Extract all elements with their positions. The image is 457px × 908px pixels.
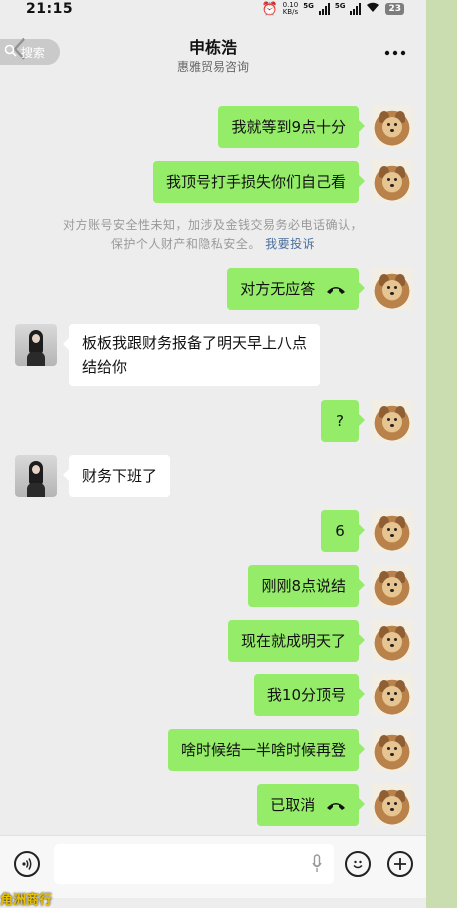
avatar[interactable]	[371, 565, 413, 607]
alarm-icon: ⏰	[261, 1, 278, 17]
message-text: 对方无应答	[240, 280, 316, 298]
mic-icon[interactable]	[312, 854, 322, 874]
call-icon	[326, 278, 346, 302]
avatar[interactable]	[371, 105, 413, 147]
avatar[interactable]	[371, 400, 413, 442]
sim1-label: 5G	[303, 2, 314, 10]
message-text: 板板我跟财务报备了明天早上八点	[82, 334, 308, 352]
message-text: ?	[336, 412, 344, 430]
network-speed-unit: KB/s	[282, 8, 299, 16]
call-icon	[326, 794, 346, 818]
battery-icon: 23	[385, 3, 404, 15]
message-text: 啥时候结一半啥时候再登	[180, 741, 346, 759]
message-bubble[interactable]: 财务下班了	[62, 455, 171, 497]
avatar[interactable]	[15, 324, 57, 366]
status-bar: 21:15 ⏰ 0.10 KB/s 5G 5G 23	[0, 0, 426, 20]
avatar[interactable]	[371, 268, 413, 310]
avatar[interactable]	[371, 160, 413, 202]
watermark: 角洲商行	[0, 893, 53, 908]
message-text: 我就等到9点十分	[231, 118, 346, 136]
notice-line-1: 对方账号安全性未知，加涉及金钱交易务必电话确认，	[62, 218, 363, 232]
avatar[interactable]	[371, 784, 413, 826]
call-bubble[interactable]: 对方无应答	[227, 268, 365, 310]
wifi-icon	[366, 2, 380, 16]
report-link[interactable]: 我要投诉	[265, 237, 315, 251]
message-text: 财务下班了	[82, 467, 158, 485]
message-text: 现在就成明天了	[240, 632, 346, 650]
message-text: 6	[335, 522, 345, 540]
message-text: 我顶号打手损失你们自己看	[165, 173, 346, 191]
more-icon[interactable]	[384, 40, 406, 60]
call-bubble[interactable]: 已取消	[257, 784, 365, 826]
emoji-icon[interactable]	[345, 851, 371, 877]
message-text: 已取消	[270, 796, 316, 814]
message-bubble[interactable]: 板板我跟财务报备了明天早上八点 结给你	[62, 324, 321, 386]
avatar[interactable]	[371, 510, 413, 552]
message-bubble[interactable]: 啥时候结一半啥时候再登	[167, 729, 366, 771]
message-bubble[interactable]: 刚刚8点说结	[248, 565, 365, 607]
sim2-label: 5G	[334, 2, 346, 10]
signal-icon	[350, 3, 362, 15]
voice-icon[interactable]	[14, 851, 40, 877]
chat-header: 搜索 申栋浩 惠雅贸易咨询	[0, 22, 426, 82]
avatar[interactable]	[15, 455, 57, 497]
avatar[interactable]	[371, 620, 413, 662]
plus-icon[interactable]	[387, 851, 413, 877]
avatar[interactable]	[371, 674, 413, 716]
message-bubble[interactable]: 我就等到9点十分	[218, 106, 365, 148]
notice-line-2: 保护个人财产和隐私安全。	[110, 237, 261, 251]
status-icons: ⏰ 0.10 KB/s 5G 5G 23	[261, 2, 404, 16]
status-time: 21:15	[26, 1, 74, 17]
message-bubble[interactable]: ?	[321, 400, 365, 442]
message-text: 我10分顶号	[266, 686, 346, 704]
message-input[interactable]	[54, 844, 334, 884]
message-text: 结给你	[82, 358, 128, 376]
message-bubble[interactable]: 现在就成明天了	[227, 620, 366, 662]
chat-title: 申栋浩	[188, 38, 237, 57]
message-bubble[interactable]: 我顶号打手损失你们自己看	[152, 161, 366, 203]
message-bubble[interactable]: 我10分顶号	[253, 674, 366, 716]
chat-subtitle: 惠雅贸易咨询	[176, 60, 249, 74]
message-bubble[interactable]: 6	[321, 510, 365, 552]
message-text: 刚刚8点说结	[261, 577, 346, 595]
network-speed: 0.10 KB/s	[283, 2, 299, 16]
signal-icon	[318, 3, 330, 15]
avatar[interactable]	[371, 729, 413, 771]
chat-screen: 21:15 ⏰ 0.10 KB/s 5G 5G 23 搜索 申栋浩 惠雅贸易咨询…	[0, 0, 426, 905]
security-notice: 对方账号安全性未知，加涉及金钱交易务必电话确认， 保护个人财产和隐私安全。 我要…	[30, 216, 396, 254]
input-bar	[0, 835, 426, 898]
